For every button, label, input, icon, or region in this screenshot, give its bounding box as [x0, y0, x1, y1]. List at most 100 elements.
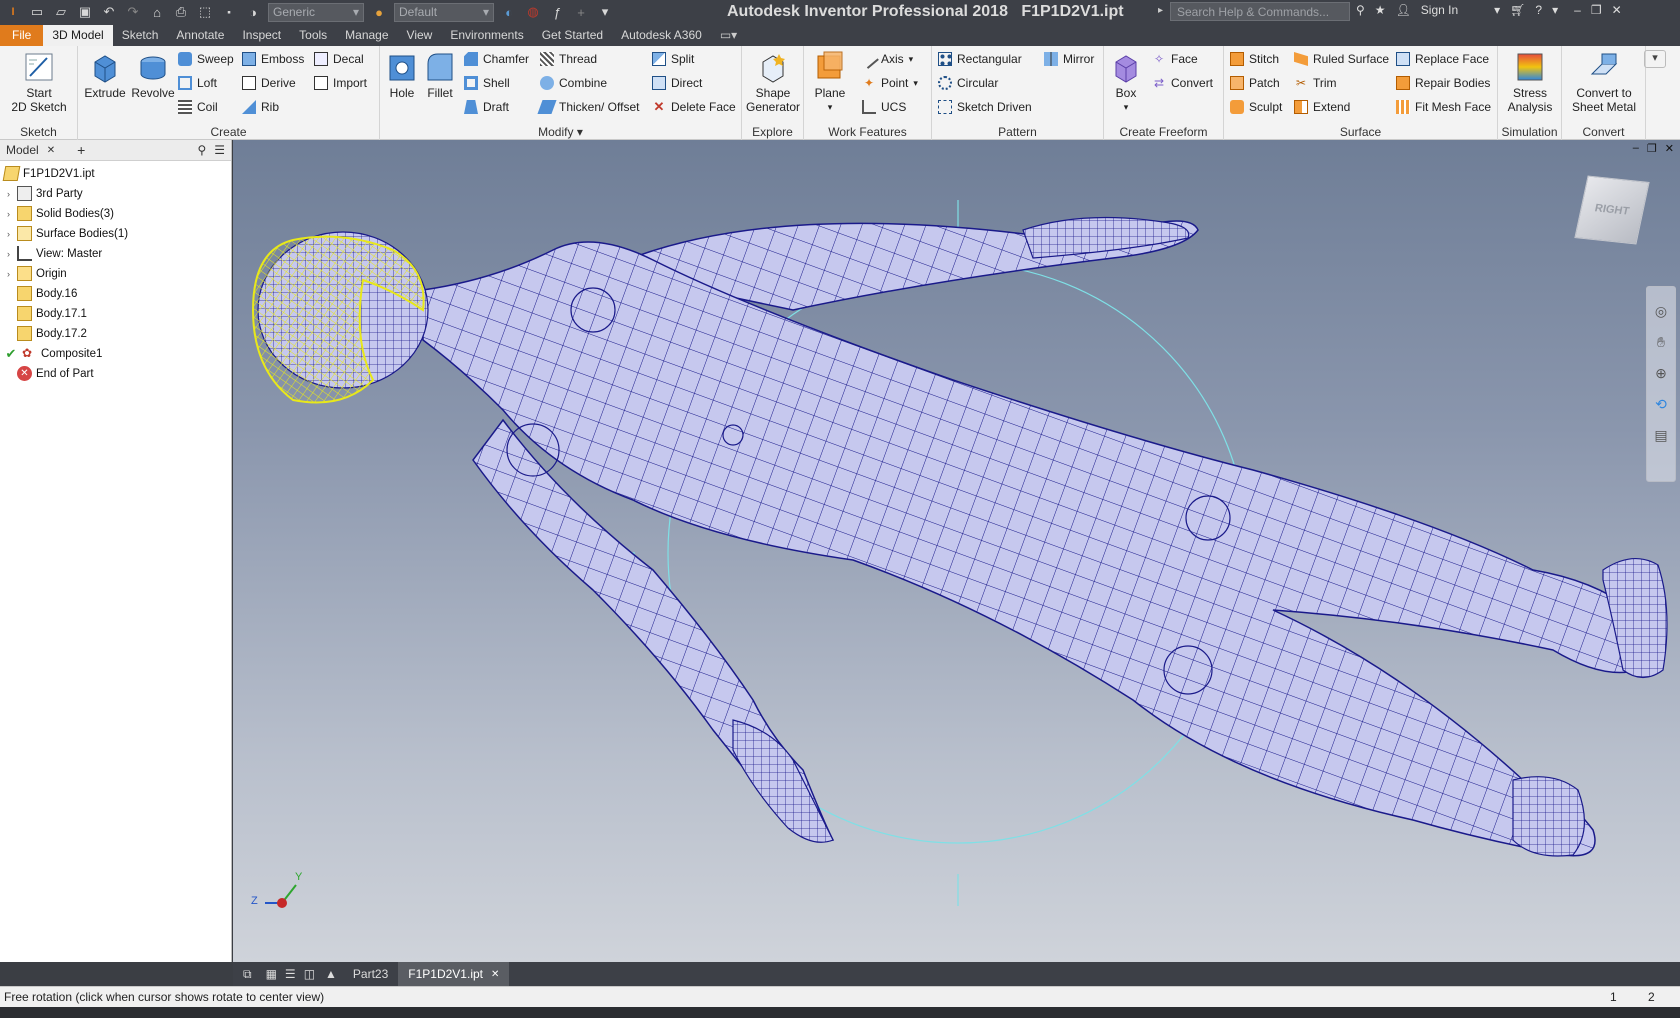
human-mesh-model[interactable] [251, 216, 1668, 857]
tile-windows-icon[interactable]: ⧉ [233, 962, 262, 986]
look-at-icon[interactable]: ▤ [1654, 427, 1667, 444]
replace-face-button[interactable]: Replace Face [1396, 50, 1489, 68]
restore-icon[interactable]: ❐ [1647, 142, 1657, 155]
convert-button[interactable]: ⇄ Convert [1152, 74, 1213, 92]
stitch-button[interactable]: Stitch [1230, 50, 1279, 68]
revolve-button[interactable]: Revolve [126, 50, 180, 100]
zoom-icon[interactable]: ⊕ [1655, 365, 1667, 382]
menu-icon[interactable]: ☰ [214, 143, 225, 157]
fillet-button[interactable]: Fillet [422, 50, 458, 100]
color-icon[interactable]: ◑ [244, 3, 262, 21]
adjust-icon[interactable]: ◐ [500, 3, 518, 21]
save-icon[interactable]: ▣ [76, 3, 94, 21]
close-icon[interactable]: ✕ [1612, 3, 1622, 17]
chevron-down-icon[interactable]: ▾ [1494, 3, 1500, 17]
search-icon[interactable]: ⚲ [197, 143, 206, 157]
mirror-button[interactable]: Mirror [1044, 50, 1094, 68]
ruled-surface-button[interactable]: Ruled Surface [1294, 50, 1389, 68]
restore-icon[interactable]: ❐ [1591, 3, 1602, 17]
decal-button[interactable]: Decal [314, 50, 364, 68]
box-button[interactable]: Box ▾ [1108, 50, 1144, 114]
open-folder-icon[interactable]: ▱ [52, 3, 70, 21]
inventor-logo-icon[interactable]: I [4, 3, 22, 21]
browser-tab-model[interactable]: Model [6, 143, 39, 157]
function-icon[interactable]: ƒ [548, 3, 566, 21]
tree-item-body-16[interactable]: Body.16 [4, 284, 77, 303]
doc-tab-part23[interactable]: Part23 [343, 962, 398, 986]
chamfer-button[interactable]: Chamfer [464, 50, 529, 68]
undo-icon[interactable]: ↶ [100, 3, 118, 21]
circular-pattern-button[interactable]: Circular [938, 74, 998, 92]
tab-tools[interactable]: Tools [290, 25, 336, 46]
search-input[interactable]: Search Help & Commands... [1170, 2, 1350, 21]
orbit-icon[interactable]: ⟲ [1655, 396, 1667, 413]
direct-button[interactable]: Direct [652, 74, 702, 92]
plane-button[interactable]: Plane ▾ [810, 50, 850, 114]
tree-item-part[interactable]: F1P1D2V1.ipt [2, 164, 95, 183]
close-icon[interactable]: ✕ [47, 145, 55, 156]
start-sketch-button[interactable]: Start 2D Sketch [8, 50, 70, 114]
doc-tab-f1p1d2v1[interactable]: F1P1D2V1.ipt ✕ [398, 962, 510, 986]
expand-icon[interactable]: › [4, 269, 13, 279]
tree-item-body-17-2[interactable]: Body.17.2 [4, 324, 87, 343]
arrange-horizontal-icon[interactable]: ☰ [281, 962, 300, 986]
tree-item-solid-bodies[interactable]: › Solid Bodies(3) [4, 204, 114, 223]
tab-get-started[interactable]: Get Started [533, 25, 612, 46]
add-browser-tab-icon[interactable]: + [77, 142, 85, 158]
chevron-down-icon[interactable]: ▾ [1552, 3, 1558, 17]
stress-analysis-button[interactable]: Stress Analysis [1502, 50, 1558, 114]
tab-3d-model[interactable]: 3D Model [43, 25, 113, 46]
extend-button[interactable]: Extend [1294, 98, 1350, 116]
combine-button[interactable]: Combine [540, 74, 607, 92]
tab-autodesk-a360[interactable]: Autodesk A360 [612, 25, 711, 46]
ucs-button[interactable]: UCS [862, 98, 906, 116]
tree-item-view-master[interactable]: › View: Master [4, 244, 102, 263]
tab-manage[interactable]: Manage [336, 25, 397, 46]
star-icon[interactable]: ★ [1375, 3, 1386, 17]
shell-button[interactable]: Shell [464, 74, 510, 92]
extrude-button[interactable]: Extrude [82, 50, 128, 100]
sculpt-button[interactable]: Sculpt [1230, 98, 1282, 116]
tree-item-composite1[interactable]: ✔ ✿ Composite1 [4, 344, 103, 363]
tab-sketch[interactable]: Sketch [113, 25, 168, 46]
thread-button[interactable]: Thread [540, 50, 597, 68]
steering-wheel-icon[interactable]: ◎ [1655, 303, 1667, 320]
axis-button[interactable]: Axis ▾ [859, 49, 913, 69]
hole-button[interactable]: Hole [384, 50, 420, 100]
plus-icon[interactable]: + [572, 3, 590, 21]
tab-inspect[interactable]: Inspect [233, 25, 290, 46]
trim-button[interactable]: ✂ Trim [1294, 74, 1337, 92]
close-icon[interactable]: ✕ [491, 969, 499, 980]
tab-view[interactable]: View [398, 25, 442, 46]
rib-button[interactable]: Rib [242, 98, 279, 116]
material-select[interactable]: Generic ▾ [268, 2, 364, 22]
tree-item-third-party[interactable]: › 3rd Party [4, 184, 83, 203]
expand-icon[interactable]: › [4, 249, 13, 259]
graphics-viewport[interactable]: Y Z RIGHT – ❐ ✕ ◎ ✋︎ ⊕ ⟲ ▤ [233, 140, 1680, 962]
fit-mesh-face-button[interactable]: Fit Mesh Face [1396, 98, 1491, 116]
appearance-select[interactable]: Default ▾ [394, 2, 494, 22]
thicken-offset-button[interactable]: Thicken/ Offset [537, 98, 639, 116]
measure-icon[interactable]: ⬝ [220, 3, 238, 21]
draft-button[interactable]: Draft [464, 98, 509, 116]
sketch-driven-pattern-button[interactable]: Sketch Driven [938, 98, 1032, 116]
viewcube[interactable]: RIGHT [1574, 175, 1650, 245]
ribbon-options-icon[interactable]: ▭▾ [711, 25, 746, 46]
help-icon[interactable]: ? [1535, 3, 1542, 17]
tab-annotate[interactable]: Annotate [167, 25, 233, 46]
pan-icon[interactable]: ✋︎ [1657, 334, 1665, 351]
import-button[interactable]: Import [314, 74, 367, 92]
print-icon[interactable]: ⎙ [172, 3, 190, 21]
model-scene[interactable]: Y Z [233, 140, 1680, 962]
new-file-icon[interactable]: ▭ [28, 3, 46, 21]
tab-file[interactable]: File [0, 25, 44, 46]
expand-icon[interactable]: › [4, 209, 13, 219]
redo-icon[interactable]: ↷ [124, 3, 142, 21]
coil-button[interactable]: Coil [178, 98, 218, 116]
emboss-button[interactable]: Emboss [242, 50, 304, 68]
face-button[interactable]: ✧ Face [1152, 50, 1198, 68]
tree-item-end-of-part[interactable]: ✕ End of Part [4, 364, 94, 383]
tab-environments[interactable]: Environments [441, 25, 532, 46]
panel-modify-label[interactable]: Modify ▾ [380, 125, 741, 139]
arrange-grid-icon[interactable]: ▦ [262, 962, 281, 986]
